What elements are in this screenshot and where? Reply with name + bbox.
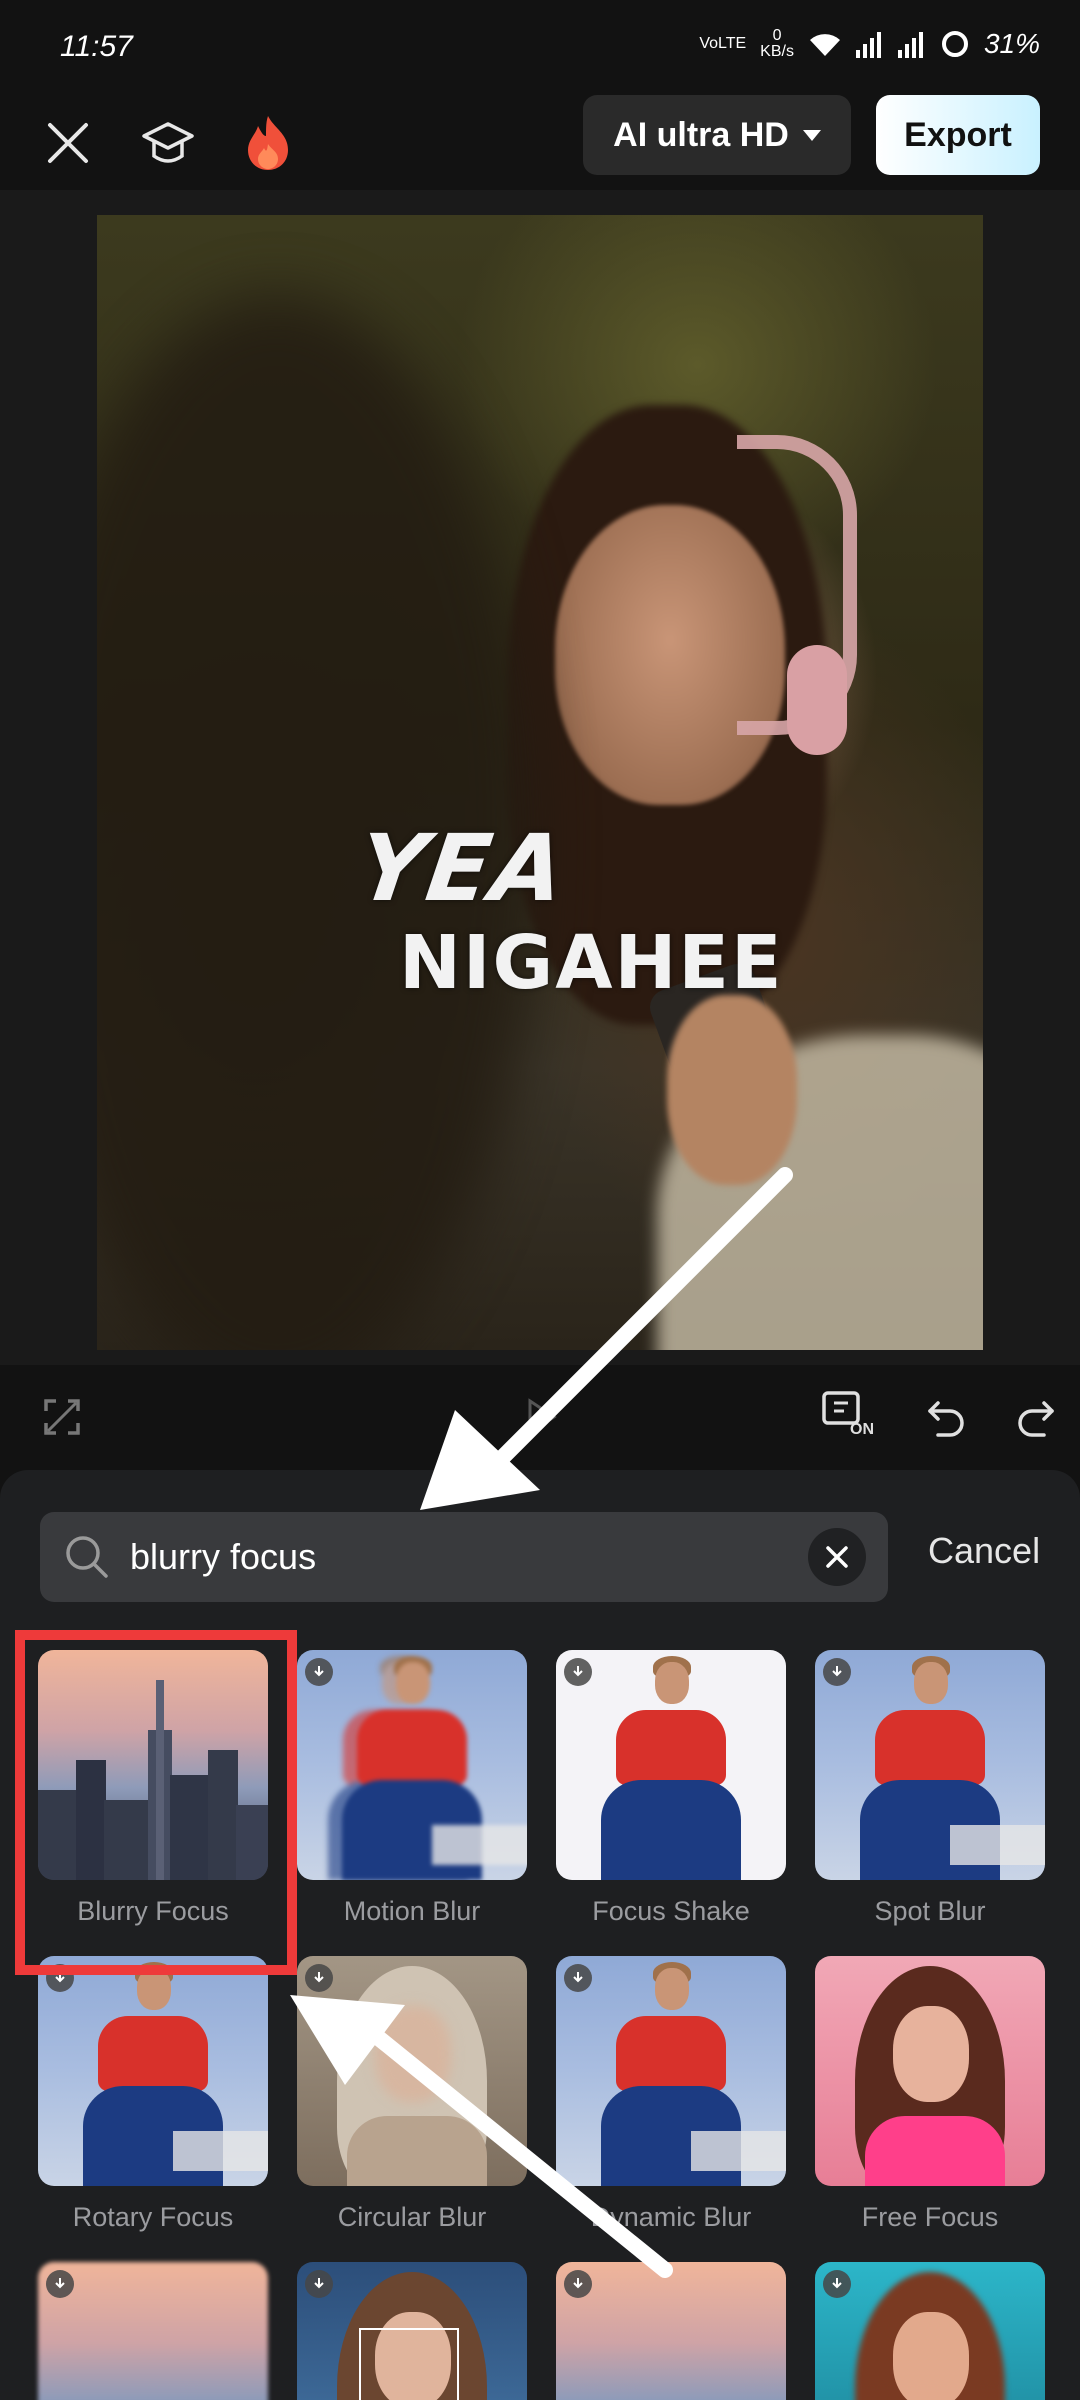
headphone-cup-graphic	[787, 645, 847, 755]
battery-level: 31%	[983, 28, 1040, 59]
undo-icon[interactable]	[914, 1385, 978, 1449]
preview-on-icon[interactable]: ON	[812, 1385, 892, 1449]
effect-label: Free Focus	[861, 2202, 999, 2232]
quality-label: AI ultra HD	[613, 115, 789, 154]
preview-badge: ON	[850, 1421, 874, 1438]
redo-icon[interactable]	[1004, 1385, 1068, 1449]
video-preview[interactable]: YEA NIGAHEE	[97, 215, 983, 1350]
fullscreen-icon[interactable]	[30, 1385, 94, 1449]
effect-thumbnail	[297, 1650, 527, 1880]
search-box[interactable]: blurry focus	[40, 1512, 888, 1602]
data-rate-value: 0	[772, 27, 782, 44]
download-icon	[564, 1964, 592, 1992]
close-icon[interactable]	[28, 103, 108, 183]
effect-label: Circular Blur	[337, 2202, 487, 2232]
effects-search-panel: blurry focus Cancel Blurry Focus Motion …	[0, 1470, 1080, 2400]
video-subject-hand	[667, 995, 797, 1185]
download-icon	[46, 1964, 74, 1992]
video-text-overlay-line-2: NIGAHEE	[399, 920, 784, 1006]
effect-label: Focus Shake	[592, 1896, 750, 1926]
download-icon	[823, 1658, 851, 1686]
effect-label: Blurry Focus	[77, 1896, 229, 1926]
download-icon	[46, 2270, 74, 2298]
download-icon	[305, 1964, 333, 1992]
effect-label: Spot Blur	[874, 1896, 986, 1926]
video-text-overlay-line-1: YEA	[351, 815, 574, 922]
status-time: 11:57	[60, 30, 133, 63]
search-icon	[66, 1536, 108, 1578]
effect-thumbnail	[556, 1650, 786, 1880]
cancel-button[interactable]: Cancel	[928, 1530, 1040, 1572]
effect-label: Motion Blur	[343, 1896, 481, 1926]
data-rate: 0 KB/s	[760, 28, 794, 60]
clear-icon	[826, 1546, 848, 1568]
effect-thumbnail	[297, 1956, 527, 2186]
playback-controls: ON	[0, 1365, 1080, 1465]
graduation-cap-icon[interactable]	[128, 103, 208, 183]
status-bar: 11:57 VoLTE 0 KB/s 31%	[0, 0, 1080, 95]
effect-thumbnail	[815, 1956, 1045, 2186]
export-button[interactable]: Export	[876, 95, 1040, 175]
signal-icon	[855, 32, 881, 58]
download-icon	[305, 1658, 333, 1686]
caret-down-icon	[802, 129, 821, 141]
effect-thumbnail	[38, 1956, 268, 2186]
status-icons: VoLTE 0 KB/s 31%	[699, 28, 1040, 60]
effect-label: Dynamic Blur	[590, 2202, 752, 2232]
download-icon	[823, 2270, 851, 2298]
battery-icon	[941, 31, 968, 57]
effect-thumbnail	[38, 1650, 268, 1880]
clear-search-button[interactable]	[808, 1528, 866, 1586]
top-toolbar: AI ultra HD Export	[0, 95, 1080, 190]
search-input[interactable]: blurry focus	[130, 1512, 830, 1602]
download-icon	[564, 2270, 592, 2298]
effect-label: Rotary Focus	[72, 2202, 234, 2232]
effect-thumbnail	[556, 1956, 786, 2186]
volte-icon: VoLTE	[699, 36, 746, 52]
download-icon	[564, 1658, 592, 1686]
video-preview-area: YEA NIGAHEE	[0, 190, 1080, 1365]
effect-thumbnail	[815, 1650, 1045, 1880]
network-label: VoLTE	[699, 35, 747, 52]
data-rate-unit: KB/s	[760, 43, 794, 60]
download-icon	[305, 2270, 333, 2298]
wifi-icon	[809, 34, 840, 56]
play-icon[interactable]	[508, 1385, 572, 1449]
signal-icon-2	[897, 32, 923, 58]
flame-icon[interactable]	[228, 103, 308, 183]
quality-selector-button[interactable]: AI ultra HD	[583, 95, 851, 175]
